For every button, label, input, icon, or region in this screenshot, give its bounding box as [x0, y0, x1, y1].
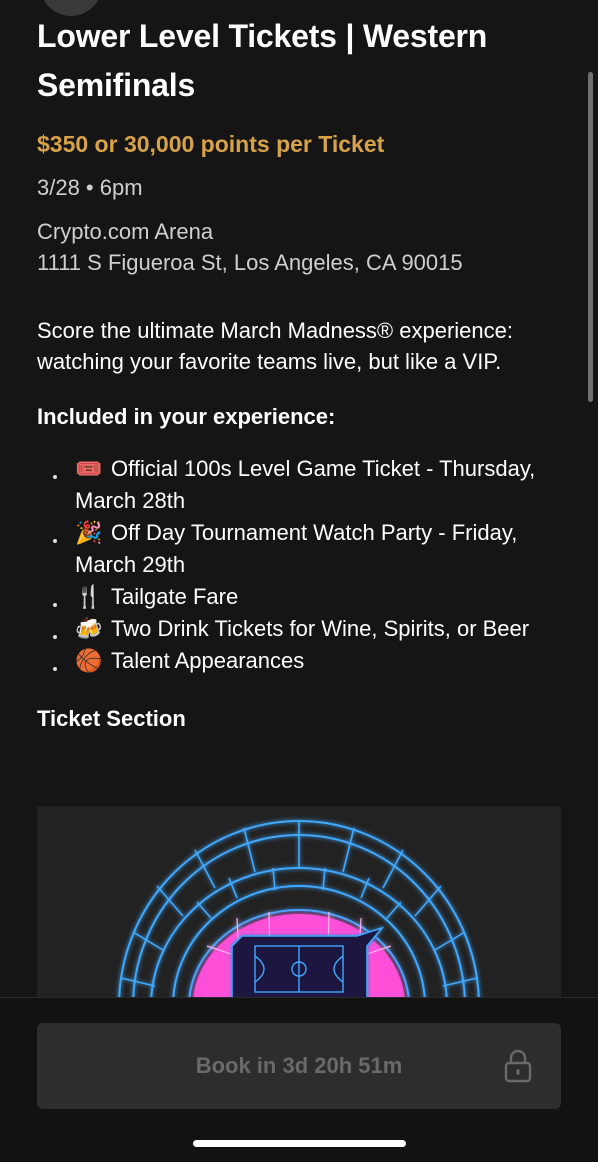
- event-description: Score the ultimate March Madness® experi…: [37, 318, 513, 374]
- list-item: 🍻 Two Drink Tickets for Wine, Spirits, or…: [37, 613, 557, 645]
- fork-knife-icon: 🍴: [75, 584, 103, 609]
- list-item: 🏀 Talent Appearances: [37, 645, 557, 677]
- list-item: 🎟️ Official 100s Level Game Ticket - Thur…: [37, 453, 557, 517]
- home-indicator[interactable]: [193, 1140, 406, 1147]
- scrollbar[interactable]: [588, 72, 593, 402]
- included-item-text: Tailgate Fare: [111, 584, 239, 609]
- page-title: Lower Level Tickets | Western Semifinals: [37, 18, 488, 103]
- ticket-section-heading: Ticket Section: [37, 706, 186, 731]
- beer-mugs-icon: 🍻: [75, 616, 103, 641]
- lock-icon: [503, 1049, 533, 1083]
- ticket-icon: 🎟️: [75, 456, 103, 481]
- event-price: $350 or 30,000 points per Ticket: [37, 131, 385, 157]
- party-popper-icon: 🎉: [75, 520, 103, 545]
- basketball-icon: 🏀: [75, 648, 103, 673]
- included-heading: Included in your experience:: [37, 404, 336, 429]
- list-item: 🍴 Tailgate Fare: [37, 581, 557, 613]
- arena-map-graphic: [118, 820, 480, 1006]
- venue-address: 1111 S Figueroa St, Los Angeles, CA 9001…: [37, 250, 463, 275]
- event-datetime: 3/28 • 6pm: [37, 175, 143, 200]
- book-button-label: Book in 3d 20h 51m: [195, 1053, 403, 1078]
- included-item-text: Off Day Tournament Watch Party - Friday,…: [75, 520, 518, 577]
- event-details: Lower Level Tickets | Western Semifinals…: [37, 12, 557, 733]
- included-list: 🎟️ Official 100s Level Game Ticket - Thur…: [37, 453, 557, 677]
- included-item-text: Two Drink Tickets for Wine, Spirits, or …: [111, 616, 530, 641]
- arena-seating-map: [37, 806, 561, 1006]
- event-venue: Crypto.com Arena 1111 S Figueroa St, Los…: [37, 216, 557, 278]
- included-item-text: Official 100s Level Game Ticket - Thursd…: [75, 456, 536, 513]
- included-item-text: Talent Appearances: [111, 648, 305, 673]
- venue-name: Crypto.com Arena: [37, 219, 214, 244]
- list-item: 🎉 Off Day Tournament Watch Party - Friday…: [37, 517, 557, 581]
- book-button[interactable]: Book in 3d 20h 51m: [37, 1023, 561, 1109]
